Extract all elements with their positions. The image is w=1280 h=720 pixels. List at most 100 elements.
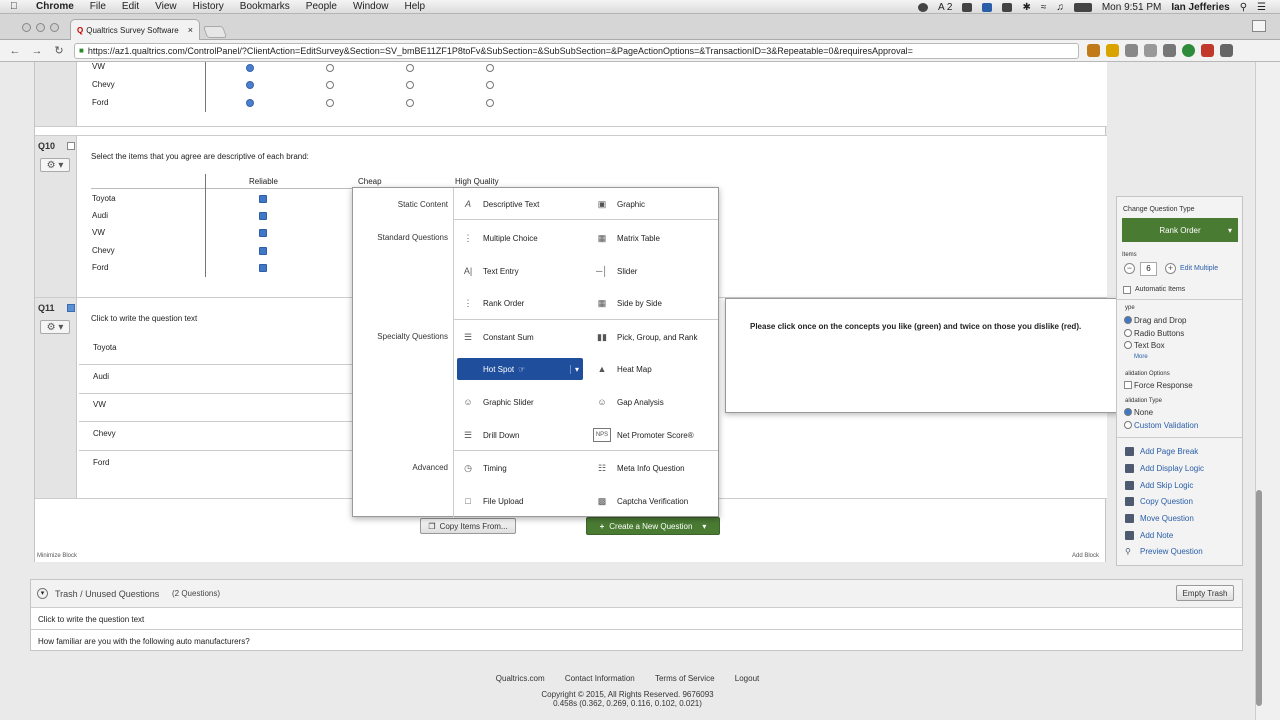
chevron-down-icon[interactable]: ▾	[37, 588, 48, 599]
empty-trash-button[interactable]: Empty Trash	[1176, 585, 1234, 601]
footer-link-logout[interactable]: Logout	[735, 674, 759, 683]
option-slider[interactable]: ─│ Slider	[593, 260, 637, 282]
radio-button[interactable]	[246, 64, 254, 72]
custom-validation-radio[interactable]	[1124, 421, 1132, 429]
option-meta-info[interactable]: ☷ Meta Info Question	[593, 457, 685, 479]
add-skip-logic-link[interactable]: Add Skip Logic	[1140, 481, 1193, 490]
address-bar[interactable]: ■ https://az1.qualtrics.com/ControlPanel…	[74, 42, 1079, 59]
new-tab-button[interactable]	[202, 26, 228, 38]
radio-button[interactable]	[486, 64, 494, 72]
option-heat-map[interactable]: ▲ Heat Map	[593, 358, 652, 380]
minimize-block-link[interactable]: Minimize Block	[37, 553, 77, 559]
question-type-select[interactable]: Rank Order ▾	[1122, 218, 1238, 242]
menu-history[interactable]: History	[193, 1, 224, 12]
extension-1-icon[interactable]	[1087, 44, 1100, 57]
increment-items-button[interactable]: +	[1165, 263, 1176, 274]
add-note-link[interactable]: Add Note	[1140, 531, 1173, 540]
decrement-items-button[interactable]: −	[1124, 263, 1135, 274]
wifi-icon[interactable]: ≈	[1041, 2, 1047, 13]
zoom-window-button[interactable]	[50, 23, 59, 32]
drag-drop-radio[interactable]	[1124, 316, 1132, 324]
time-machine-icon[interactable]	[1002, 2, 1013, 12]
menu-file[interactable]: File	[90, 1, 106, 12]
extension-3-icon[interactable]	[1125, 44, 1138, 57]
automatic-items-checkbox[interactable]	[1123, 286, 1131, 294]
radio-button[interactable]	[486, 99, 494, 107]
preview-question-link[interactable]: Preview Question	[1140, 547, 1203, 556]
option-rank-order[interactable]: ⋮ Rank Order	[459, 292, 525, 314]
copy-items-button[interactable]: ❐ Copy Items From...	[420, 518, 516, 534]
checkbox-checked[interactable]	[259, 212, 267, 220]
volume-icon[interactable]: ♫	[1056, 2, 1064, 13]
radio-button[interactable]	[246, 99, 254, 107]
adobe-badge[interactable]: A 2	[938, 2, 952, 13]
copy-question-link[interactable]: Copy Question	[1140, 497, 1193, 506]
battery-icon[interactable]	[1073, 2, 1092, 12]
option-drill-down[interactable]: ☰ Drill Down	[459, 424, 520, 446]
question-text[interactable]: Click to write the question text	[91, 314, 197, 323]
trash-item[interactable]: Click to write the question text	[31, 608, 1242, 630]
extension-7-icon[interactable]	[1201, 44, 1214, 57]
option-descriptive-text[interactable]: A Descriptive Text	[459, 193, 539, 215]
question-gear-menu[interactable]: ⚙ ▾	[40, 158, 70, 172]
question-select-checkbox[interactable]	[67, 142, 75, 150]
checkbox-checked[interactable]	[259, 264, 267, 272]
create-question-button[interactable]: + Create a New Question ▾	[586, 517, 720, 535]
option-graphic-slider[interactable]: ☺ Graphic Slider	[459, 391, 533, 413]
chevron-down-icon[interactable]: ▾	[569, 364, 579, 374]
question-select-checkbox[interactable]	[67, 304, 75, 312]
menu-bookmarks[interactable]: Bookmarks	[240, 1, 290, 12]
move-question-link[interactable]: Move Question	[1140, 514, 1194, 523]
extension-6-icon[interactable]	[1182, 44, 1195, 57]
option-matrix-table[interactable]: ▦ Matrix Table	[593, 227, 660, 249]
forward-icon[interactable]: →	[30, 45, 44, 57]
chevron-down-icon[interactable]: ▾	[702, 522, 706, 531]
option-pick-group-rank[interactable]: ▮▮ Pick, Group, and Rank	[593, 326, 697, 348]
checkbox-checked[interactable]	[259, 195, 267, 203]
menu-window[interactable]: Window	[353, 1, 389, 12]
option-gap-analysis[interactable]: ☺ Gap Analysis	[593, 391, 663, 413]
radio-buttons-radio[interactable]	[1124, 329, 1132, 337]
edit-multiple-link[interactable]: Edit Multiple	[1180, 265, 1218, 272]
extension-4-icon[interactable]	[1144, 44, 1157, 57]
user-name[interactable]: Ian Jefferies	[1171, 2, 1229, 13]
force-response-checkbox[interactable]	[1124, 381, 1132, 389]
reload-icon[interactable]: ↻	[52, 44, 66, 57]
more-link[interactable]: More	[1134, 354, 1148, 360]
radio-button[interactable]	[406, 99, 414, 107]
question-gear-menu[interactable]: ⚙ ▾	[40, 320, 70, 334]
footer-link-contact[interactable]: Contact Information	[565, 674, 635, 683]
footer-link-terms[interactable]: Terms of Service	[655, 674, 715, 683]
radio-button[interactable]	[246, 81, 254, 89]
rank-item[interactable]: Audi	[93, 372, 109, 381]
text-box-radio[interactable]	[1124, 341, 1132, 349]
screen-icon[interactable]	[962, 2, 973, 12]
option-side-by-side[interactable]: ▦ Side by Side	[593, 292, 662, 314]
radio-button[interactable]	[326, 99, 334, 107]
option-file-upload[interactable]: □ File Upload	[459, 490, 523, 512]
rank-item[interactable]: VW	[93, 400, 106, 409]
extension-2-icon[interactable]	[1106, 44, 1119, 57]
option-constant-sum[interactable]: ☰ Constant Sum	[459, 326, 534, 348]
question-text[interactable]: Select the items that you agree are desc…	[91, 152, 309, 161]
close-window-button[interactable]	[22, 23, 31, 32]
menu-people[interactable]: People	[306, 1, 337, 12]
trash-item[interactable]: How familiar are you with the following …	[31, 630, 1242, 652]
page-scrollbar[interactable]	[1255, 62, 1280, 720]
checkbox-checked[interactable]	[259, 247, 267, 255]
profile-icon[interactable]	[1252, 20, 1266, 32]
option-net-promoter-score[interactable]: NPS Net Promoter Score®	[593, 424, 694, 446]
trash-header[interactable]: ▾ Trash / Unused Questions (2 Questions)…	[31, 580, 1242, 608]
app-square-icon[interactable]	[982, 2, 993, 12]
option-graphic[interactable]: ▣ Graphic	[593, 193, 645, 215]
back-icon[interactable]: ←	[8, 45, 22, 57]
extension-5-icon[interactable]	[1163, 44, 1176, 57]
clock-text[interactable]: Mon 9:51 PM	[1102, 2, 1161, 13]
search-icon[interactable]: ⚲	[1240, 2, 1247, 13]
footer-link-qualtrics[interactable]: Qualtrics.com	[496, 674, 545, 683]
custom-validation-label[interactable]: Custom Validation	[1134, 421, 1198, 430]
add-page-break-link[interactable]: Add Page Break	[1140, 447, 1198, 456]
radio-button[interactable]	[326, 64, 334, 72]
menu-app-name[interactable]: Chrome	[36, 1, 74, 12]
radio-button[interactable]	[486, 81, 494, 89]
